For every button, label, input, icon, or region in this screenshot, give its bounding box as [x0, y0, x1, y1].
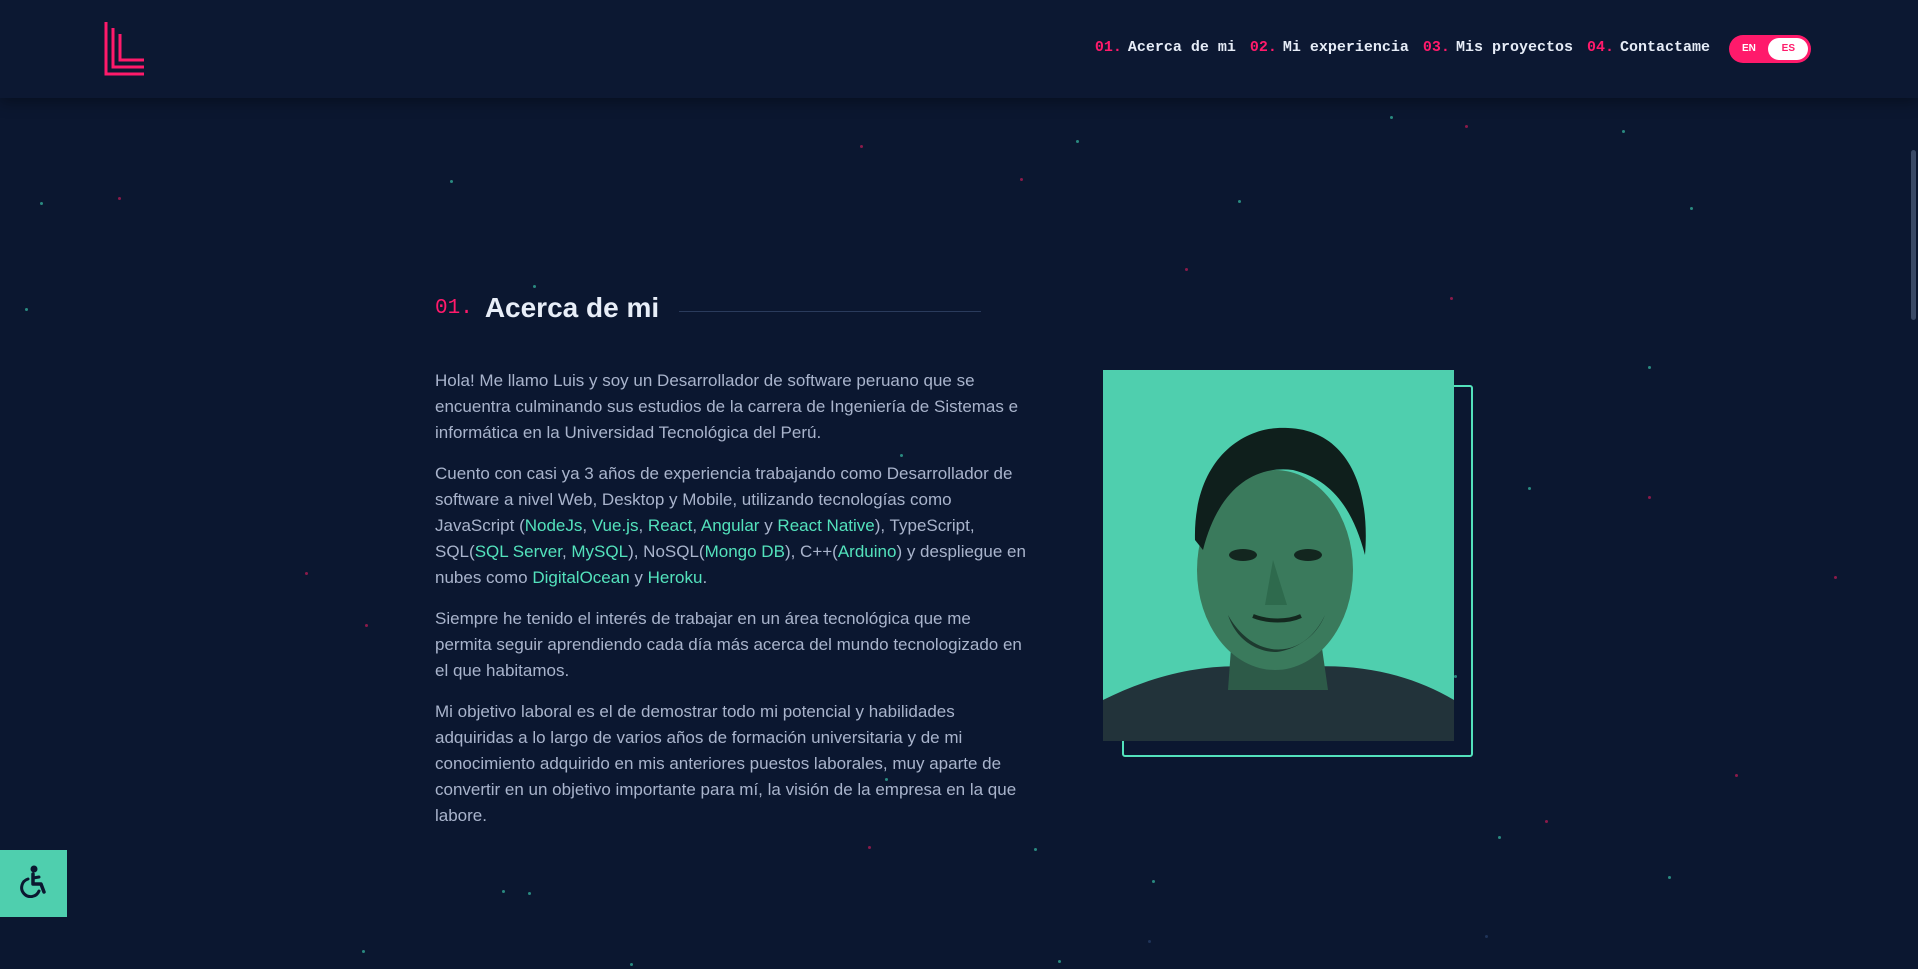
nav-item-number: 03.	[1422, 39, 1450, 56]
tech-link-react[interactable]: React	[648, 516, 692, 535]
nav-item-label: Acerca de mi	[1127, 39, 1236, 56]
header-bar: 01. Acerca de mi 02. Mi experiencia 03. …	[0, 0, 1918, 98]
text-fragment: y	[629, 568, 648, 587]
section-heading: 01. Acerca de mi	[435, 292, 982, 324]
profile-photo[interactable]	[1103, 370, 1454, 741]
nav-item-label: Mis proyectos	[1455, 39, 1573, 56]
about-paragraph-3: Siempre he tenido el interés de trabajar…	[435, 609, 1022, 680]
accessibility-button[interactable]	[0, 850, 67, 917]
main-nav: 01. Acerca de mi 02. Mi experiencia 03. …	[1095, 39, 1710, 56]
language-toggle[interactable]: EN ES	[1729, 35, 1811, 63]
tech-link-digitalocean[interactable]: DigitalOcean	[532, 568, 629, 587]
profile-photo-frame	[1103, 370, 1473, 760]
nav-item-number: 04.	[1586, 39, 1614, 56]
text-fragment: .	[702, 568, 708, 587]
nav-item-number: 02.	[1249, 39, 1277, 56]
about-paragraph-1: Hola! Me llamo Luis y soy un Desarrollad…	[435, 371, 1019, 442]
tech-link-mongodb[interactable]: Mongo DB	[705, 542, 785, 561]
tech-link-arduino[interactable]: Arduino	[838, 542, 897, 561]
tech-link-heroku[interactable]: Heroku	[648, 568, 703, 587]
text-fragment: ), NoSQL(	[628, 542, 705, 561]
nav-item-label: Mi experiencia	[1282, 39, 1409, 56]
about-section: 01. Acerca de mi Hola! Me llamo Luis y s…	[435, 0, 1475, 969]
heading-divider	[679, 310, 982, 312]
lang-es-label: ES	[1781, 43, 1795, 54]
lang-en-label: EN	[1742, 43, 1756, 54]
nav-item-label: Contactame	[1619, 39, 1710, 56]
nav-item-number: 01.	[1094, 39, 1122, 56]
section-title: Acerca de mi	[484, 292, 660, 323]
nav-item-experience[interactable]: 02. Mi experiencia	[1250, 39, 1409, 56]
about-paragraph-2: Cuento con casi ya 3 años de experiencia…	[435, 464, 1026, 587]
section-number: 01.	[435, 296, 473, 320]
tech-link-vuejs[interactable]: Vue.js	[592, 516, 639, 535]
text-fragment: ), C++(	[784, 542, 838, 561]
tech-link-mysql[interactable]: MySQL	[571, 542, 628, 561]
text-fragment: y	[759, 516, 778, 535]
about-text: Hola! Me llamo Luis y soy un Desarrollad…	[435, 368, 1030, 844]
wheelchair-icon	[17, 864, 51, 903]
nav-item-contact[interactable]: 04. Contactame	[1587, 39, 1710, 56]
tech-link-sql-server[interactable]: SQL Server	[475, 542, 562, 561]
ll-logo-icon[interactable]	[104, 22, 148, 78]
tech-link-react-native[interactable]: React Native	[777, 516, 874, 535]
nav-item-projects[interactable]: 03. Mis proyectos	[1423, 39, 1573, 56]
tech-link-angular[interactable]: Angular	[701, 516, 760, 535]
about-paragraph-4: Mi objetivo laboral es el de demostrar t…	[435, 702, 1017, 825]
scrollbar-thumb[interactable]	[1911, 150, 1916, 320]
nav-item-about[interactable]: 01. Acerca de mi	[1095, 39, 1236, 56]
tech-link-nodejs[interactable]: NodeJs	[525, 516, 583, 535]
